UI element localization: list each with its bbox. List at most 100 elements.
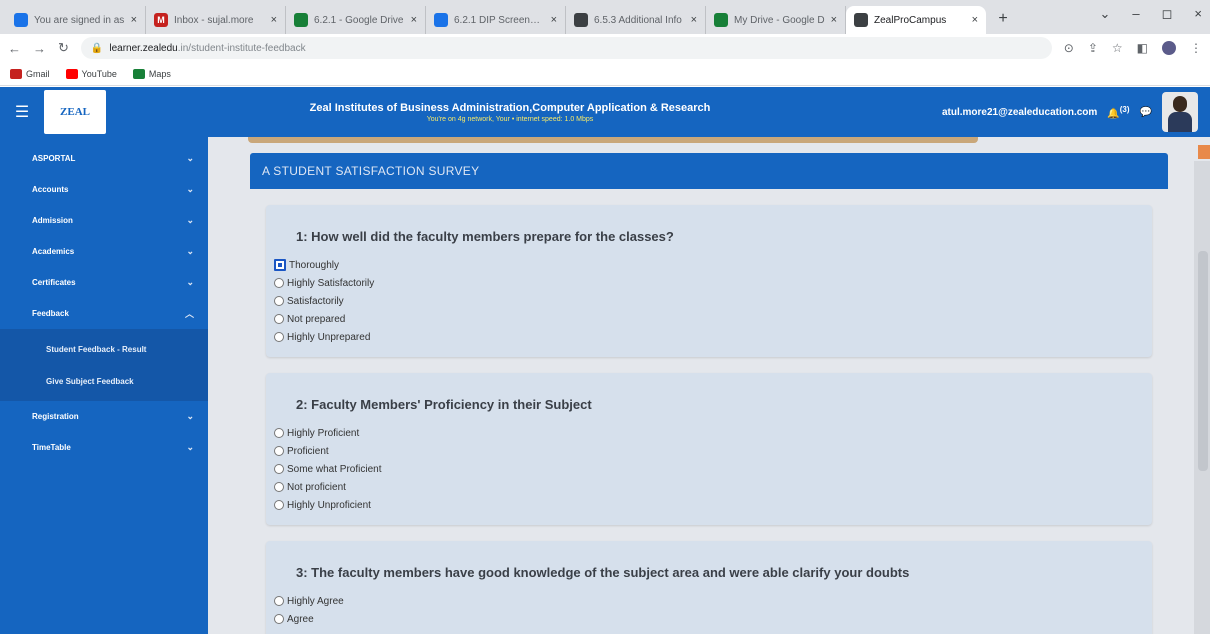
radio-button[interactable] (274, 428, 284, 438)
close-tab-icon[interactable]: × (271, 14, 277, 26)
sidebar-item-asportal[interactable]: ASPORTAL ⌄ (0, 143, 208, 174)
close-window-icon[interactable]: × (1194, 6, 1202, 22)
browser-tab-active[interactable]: ZealProCampus × (846, 6, 986, 34)
chevron-down-icon: ⌄ (186, 442, 194, 452)
browser-tab[interactable]: M Inbox - sujal.more × (146, 6, 286, 34)
bookmark-star-icon[interactable]: ☆ (1112, 41, 1123, 55)
browser-tab[interactable]: You are signed in as × (6, 6, 146, 34)
radio-checked[interactable] (274, 259, 286, 271)
bookmark-gmail[interactable]: Gmail (10, 68, 50, 79)
minimize-icon[interactable]: – (1132, 6, 1139, 22)
profile-avatar-icon[interactable] (1162, 41, 1176, 55)
option-agree[interactable]: Agree (274, 610, 1152, 628)
radio-button[interactable] (274, 596, 284, 606)
maps-icon (132, 68, 145, 79)
close-tab-icon[interactable]: × (551, 14, 557, 26)
sidebar-item-timetable[interactable]: TimeTable ⌄ (0, 432, 208, 463)
drive-favicon-icon (294, 13, 308, 27)
drive-favicon-icon (714, 13, 728, 27)
user-email[interactable]: atul.more21@zealeducation.com (942, 107, 1097, 118)
bookmark-maps[interactable]: Maps (132, 68, 171, 79)
close-tab-icon[interactable]: × (831, 14, 837, 26)
tab-label: ZealProCampus (874, 14, 947, 26)
sidebar-item-certificates[interactable]: Certificates ⌄ (0, 267, 208, 298)
scrollbar-track[interactable] (1194, 161, 1210, 634)
option-thoroughly[interactable]: Thoroughly (274, 256, 1152, 274)
radio-button[interactable] (274, 482, 284, 492)
browser-tab[interactable]: 6.5.3 Additional Info × (566, 6, 706, 34)
option-highly-unprepared[interactable]: Highly Unprepared (274, 328, 1152, 346)
share-icon[interactable]: ⇪ (1088, 41, 1098, 55)
survey-title-bar: A STUDENT SATISFACTION SURVEY (250, 153, 1168, 189)
zeal-logo[interactable]: ZEAL (44, 90, 106, 134)
lock-icon: 🔒 (90, 42, 104, 54)
option-highly-satisfactorily[interactable]: Highly Satisfactorily (274, 274, 1152, 292)
address-bar-row: ← → ↻ 🔒 learner.zealedu .in/student-insti… (0, 34, 1210, 62)
sidebar-item-feedback[interactable]: Feedback ︿ (0, 298, 208, 329)
sidebar-item-admission[interactable]: Admission ⌄ (0, 205, 208, 236)
browser-tab[interactable]: 6.2.1 DIP Screenshot × (426, 6, 566, 34)
option-not-proficient[interactable]: Not proficient (274, 478, 1152, 496)
chat-icon[interactable]: 💬 (1140, 107, 1152, 118)
radio-button[interactable] (274, 332, 284, 342)
sidebar-subitem-give-feedback[interactable]: Give Subject Feedback (0, 365, 208, 397)
app-window: You are signed in as × M Inbox - sujal.m… (0, 0, 1210, 634)
option-satisfactorily[interactable]: Satisfactorily (274, 292, 1152, 310)
radio-button[interactable] (274, 296, 284, 306)
url-host: learner.zealedu (109, 42, 178, 54)
url-field[interactable]: 🔒 learner.zealedu .in/student-institute-f… (80, 37, 1052, 59)
new-tab-button[interactable]: + (990, 6, 1016, 32)
address-actions: ⊙ ⇪ ☆ ◧ ⋮ (1064, 41, 1202, 55)
option-highly-unproficient[interactable]: Highly Unproficient (274, 496, 1152, 514)
window-controls: ⌄ – ◻ × (1099, 6, 1202, 22)
document-favicon-icon (434, 13, 448, 27)
user-avatar[interactable] (1162, 92, 1198, 132)
browser-tab[interactable]: My Drive - Google D × (706, 6, 846, 34)
reload-icon[interactable]: ↻ (58, 40, 69, 56)
browser-tab[interactable]: 6.2.1 - Google Drive × (286, 6, 426, 34)
tab-search-icon[interactable]: ⌄ (1099, 6, 1110, 22)
radio-button[interactable] (274, 614, 284, 624)
chevron-down-icon: ⌄ (186, 277, 194, 287)
chevron-down-icon: ⌄ (186, 215, 194, 225)
radio-button[interactable] (274, 314, 284, 324)
side-panel-icon[interactable]: ◧ (1137, 41, 1148, 55)
sidebar-item-academics[interactable]: Academics ⌄ (0, 236, 208, 267)
bookmark-youtube[interactable]: YouTube (65, 68, 117, 79)
option-proficient[interactable]: Proficient (274, 442, 1152, 460)
url-path: .in/student-institute-feedback (177, 42, 306, 54)
header-user-area: atul.more21@zealeducation.com 🔔(3) 💬 (942, 87, 1198, 137)
sidebar-subitem-feedback-result[interactable]: Student Feedback - Result (0, 333, 208, 365)
institute-banner: Zeal Institutes of Business Administrati… (250, 102, 770, 123)
scrollbar-thumb[interactable] (1198, 251, 1208, 471)
orange-side-tab[interactable] (1198, 145, 1210, 159)
hamburger-menu-icon[interactable]: ☰ (0, 102, 44, 122)
bookmark-label: Gmail (26, 68, 50, 79)
sidebar-item-accounts[interactable]: Accounts ⌄ (0, 174, 208, 205)
option-highly-proficient[interactable]: Highly Proficient (274, 424, 1152, 442)
question-title: 1: How well did the faculty members prep… (296, 229, 674, 244)
radio-button[interactable] (274, 446, 284, 456)
more-menu-icon[interactable]: ⋮ (1190, 41, 1202, 55)
question-card: 3: The faculty members have good knowled… (266, 541, 1152, 634)
back-arrow-icon[interactable]: ← (8, 41, 21, 56)
notification-bell-icon[interactable]: 🔔(3) (1107, 105, 1129, 119)
radio-button[interactable] (274, 278, 284, 288)
close-tab-icon[interactable]: × (691, 14, 697, 26)
option-not-prepared[interactable]: Not prepared (274, 310, 1152, 328)
maximize-icon[interactable]: ◻ (1162, 6, 1173, 22)
tab-label: My Drive - Google D (734, 14, 825, 26)
option-highly-agree[interactable]: Highly Agree (274, 592, 1152, 610)
radio-button[interactable] (274, 500, 284, 510)
close-tab-icon[interactable]: × (131, 14, 137, 26)
notification-count: (3) (1119, 104, 1130, 114)
radio-button[interactable] (274, 464, 284, 474)
institute-name: Zeal Institutes of Business Administrati… (309, 101, 711, 114)
close-tab-icon[interactable]: × (411, 14, 417, 26)
sidebar-item-registration[interactable]: Registration ⌄ (0, 401, 208, 432)
forward-arrow-icon[interactable]: → (33, 41, 46, 56)
top-accent-strip (248, 137, 978, 143)
option-some-what-proficient[interactable]: Some what Proficient (274, 460, 1152, 478)
google-lens-icon[interactable]: ⊙ (1064, 41, 1074, 55)
close-tab-icon[interactable]: × (972, 14, 978, 26)
